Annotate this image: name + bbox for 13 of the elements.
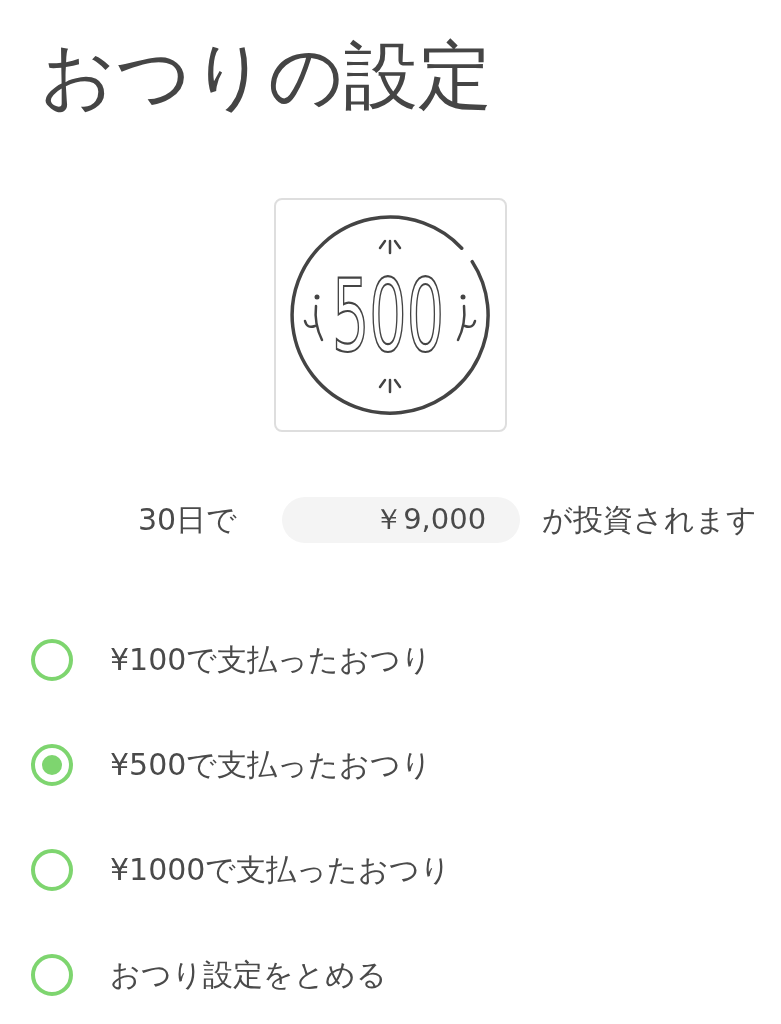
radio-button[interactable] (31, 639, 73, 681)
radio-button[interactable] (31, 954, 73, 996)
option-label[interactable]: ¥500で支払ったおつり (110, 744, 433, 786)
option-label[interactable]: おつり設定をとめる (110, 954, 387, 996)
option-label[interactable]: ¥100で支払ったおつり (110, 639, 433, 681)
amount-field[interactable]: ￥9,000 (282, 497, 521, 543)
period-text: 30日で (138, 500, 238, 539)
option-label[interactable]: ¥1000で支払ったおつり (110, 849, 452, 891)
radio-button[interactable] (31, 849, 73, 891)
page-title: おつりの設定 (40, 38, 493, 112)
invested-text: が投資されます (542, 500, 758, 539)
radio-button[interactable] (31, 744, 73, 786)
coin-value: 500 (332, 259, 505, 374)
